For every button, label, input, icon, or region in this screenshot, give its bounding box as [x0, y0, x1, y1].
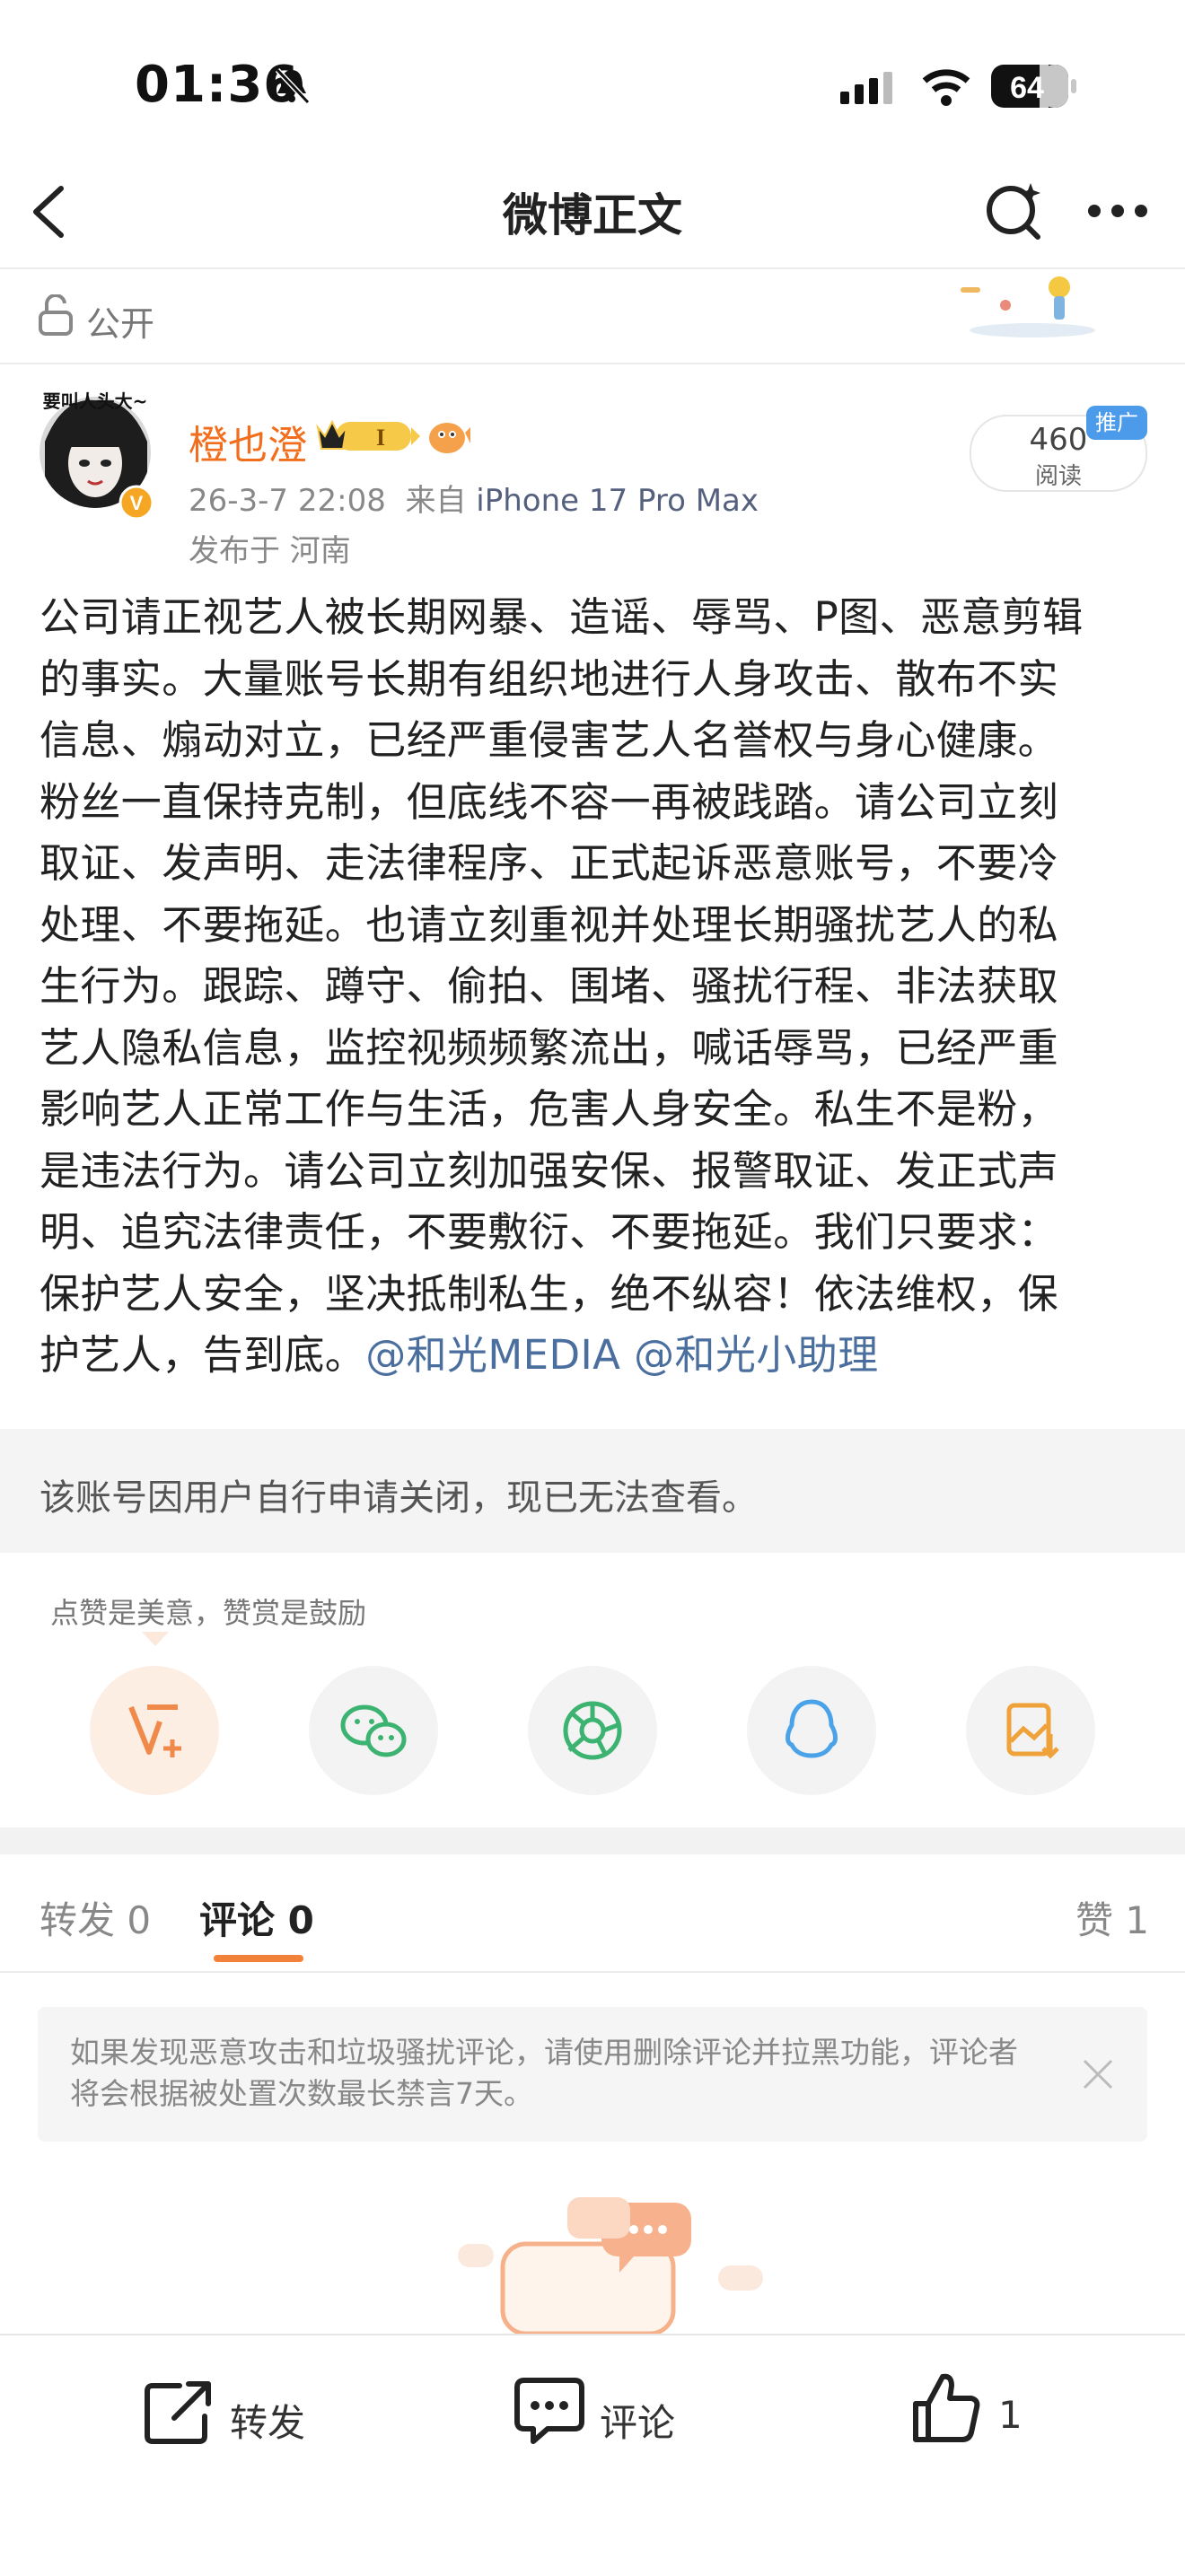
post-location: 发布于 河南: [189, 533, 351, 569]
read-label: 阅读: [1034, 463, 1082, 490]
empty-comments-illustration: [458, 2197, 763, 2334]
save-image-button[interactable]: [966, 1666, 1095, 1795]
battery-level: 64: [1010, 71, 1044, 105]
comment-button-label[interactable]: 评论: [600, 2393, 675, 2448]
fan-badge-icon[interactable]: [426, 415, 472, 458]
post-source-prefix: 来自: [405, 483, 467, 519]
post-line: 的事实。大量账号长期有组织地进行人身攻击、散布不实: [40, 654, 1059, 703]
post-line-text: 护艺人，告到底。: [40, 1331, 366, 1379]
comment-icon[interactable]: [514, 2375, 585, 2447]
lock-open-icon: [39, 294, 73, 336]
like-icon[interactable]: [910, 2370, 982, 2445]
status-bar: 01:36 64: [0, 0, 1185, 171]
post-line: 明、追究法律责任，不要敷衍、不要拖延。我们只要求：: [40, 1208, 1059, 1256]
post-line: 是违法行为。请公司立刻加强安保、报警取证、发正式声: [40, 1146, 1059, 1195]
bottom-action-bar: [0, 2334, 1185, 2576]
tab-underline: [214, 1955, 303, 1962]
post-line: 处理、不要拖延。也请立刻重视并处理长期骚扰艺人的私: [40, 900, 1059, 949]
repost-icon[interactable]: [144, 2379, 215, 2447]
post-line: 粉丝一直保持克制，但底线不容一再被践踏。请公司立刻: [40, 777, 1059, 826]
share-wechat-button[interactable]: [309, 1666, 438, 1795]
qq-icon: [786, 1699, 838, 1758]
post-device[interactable]: iPhone 17 Pro Max: [476, 483, 759, 519]
visibility-label: 公开: [86, 304, 155, 344]
tab-repost[interactable]: 转发 0: [40, 1890, 151, 1945]
repost-button-label[interactable]: 转发: [230, 2393, 305, 2448]
cellular-signal-icon: [840, 72, 892, 104]
tip-arrow: [142, 1632, 169, 1646]
closed-account-notice: 该账号因用户自行申请关闭，现已无法查看。: [40, 1477, 758, 1519]
post-line: 影响艺人正常工作与生活，危害人身安全。私生不是粉，: [40, 1085, 1059, 1133]
svg-text:I: I: [376, 425, 385, 451]
post-line: 信息、煽动对立，已经严重侵害艺人名誉权与身心健康。: [40, 716, 1059, 764]
save-image-icon: [1006, 1703, 1059, 1759]
tab-comment[interactable]: 评论 0: [199, 1890, 314, 1945]
avatar[interactable]: 要叫人头大~ V: [36, 388, 162, 522]
search-spark-icon[interactable]: [984, 180, 1043, 242]
wifi-icon: [922, 69, 970, 106]
post-timestamp: 26-3-7 22:08: [189, 483, 386, 519]
mention-link[interactable]: @和光MEDIA: [365, 1331, 620, 1379]
post-meta: 26-3-7 22:08 来自 iPhone 17 Pro Max: [189, 476, 759, 520]
like-count: 1: [998, 2393, 1023, 2437]
member-level-badge[interactable]: I: [316, 415, 424, 458]
reward-v-icon: [128, 1704, 181, 1757]
decoration-illustration: [961, 276, 1095, 337]
post-line: 取证、发声明、走法律程序、正式起诉恶意账号，不要冷: [40, 839, 1059, 887]
wechat-icon: [340, 1704, 407, 1757]
share-qq-button[interactable]: [747, 1666, 876, 1795]
post-line-last: 护艺人，告到底。@和光MEDIA @和光小助理: [40, 1325, 1153, 1387]
svg-text:V: V: [130, 492, 144, 514]
mute-bell-icon: [275, 67, 310, 104]
comment-notice-text: 如果发现恶意攻击和垃圾骚扰评论，请使用删除评论并拉黑功能，评论者将会根据被处置次…: [70, 2035, 1018, 2111]
mention-link[interactable]: @和光小助理: [634, 1331, 878, 1379]
section-gap: [0, 1827, 1185, 1854]
tab-like[interactable]: 赞 1: [1075, 1890, 1149, 1945]
reward-button[interactable]: [90, 1666, 219, 1795]
username[interactable]: 橙也澄: [189, 413, 307, 470]
avatar-text: 要叫人头大~: [43, 390, 148, 412]
share-moments-button[interactable]: [528, 1666, 657, 1795]
post-line: 公司请正视艺人被长期网暴、造谣、辱骂、P图、恶意剪辑: [40, 593, 1084, 641]
section-divider: [0, 363, 1185, 364]
reward-tip: 点赞是美意，赞赏是鼓励: [50, 1596, 367, 1630]
post-line: 保护艺人安全，坚决抵制私生，绝不纵容！依法维权，保: [40, 1269, 1059, 1318]
battery-icon: 64: [991, 65, 1076, 108]
tab-divider: [0, 1971, 1185, 1973]
post-line: 生行为。跟踪、蹲守、偷拍、围堵、骚扰行程、非法获取: [40, 962, 1059, 1010]
post-line: 艺人隐私信息，监控视频频繁流出，喊话辱骂，已经严重: [40, 1023, 1059, 1072]
post-body: 公司请正视艺人被长期网暴、造谣、辱骂、P图、恶意剪辑 的事实。大量账号长期有组织…: [40, 587, 1153, 1387]
comment-notice-box: 如果发现恶意攻击和垃圾骚扰评论，请使用删除评论并拉黑功能，评论者将会根据被处置次…: [38, 2007, 1147, 2142]
more-icon[interactable]: [1086, 203, 1149, 219]
moments-icon: [563, 1701, 622, 1760]
close-icon[interactable]: [1081, 2057, 1115, 2091]
promo-badge[interactable]: 推广: [1086, 406, 1147, 440]
